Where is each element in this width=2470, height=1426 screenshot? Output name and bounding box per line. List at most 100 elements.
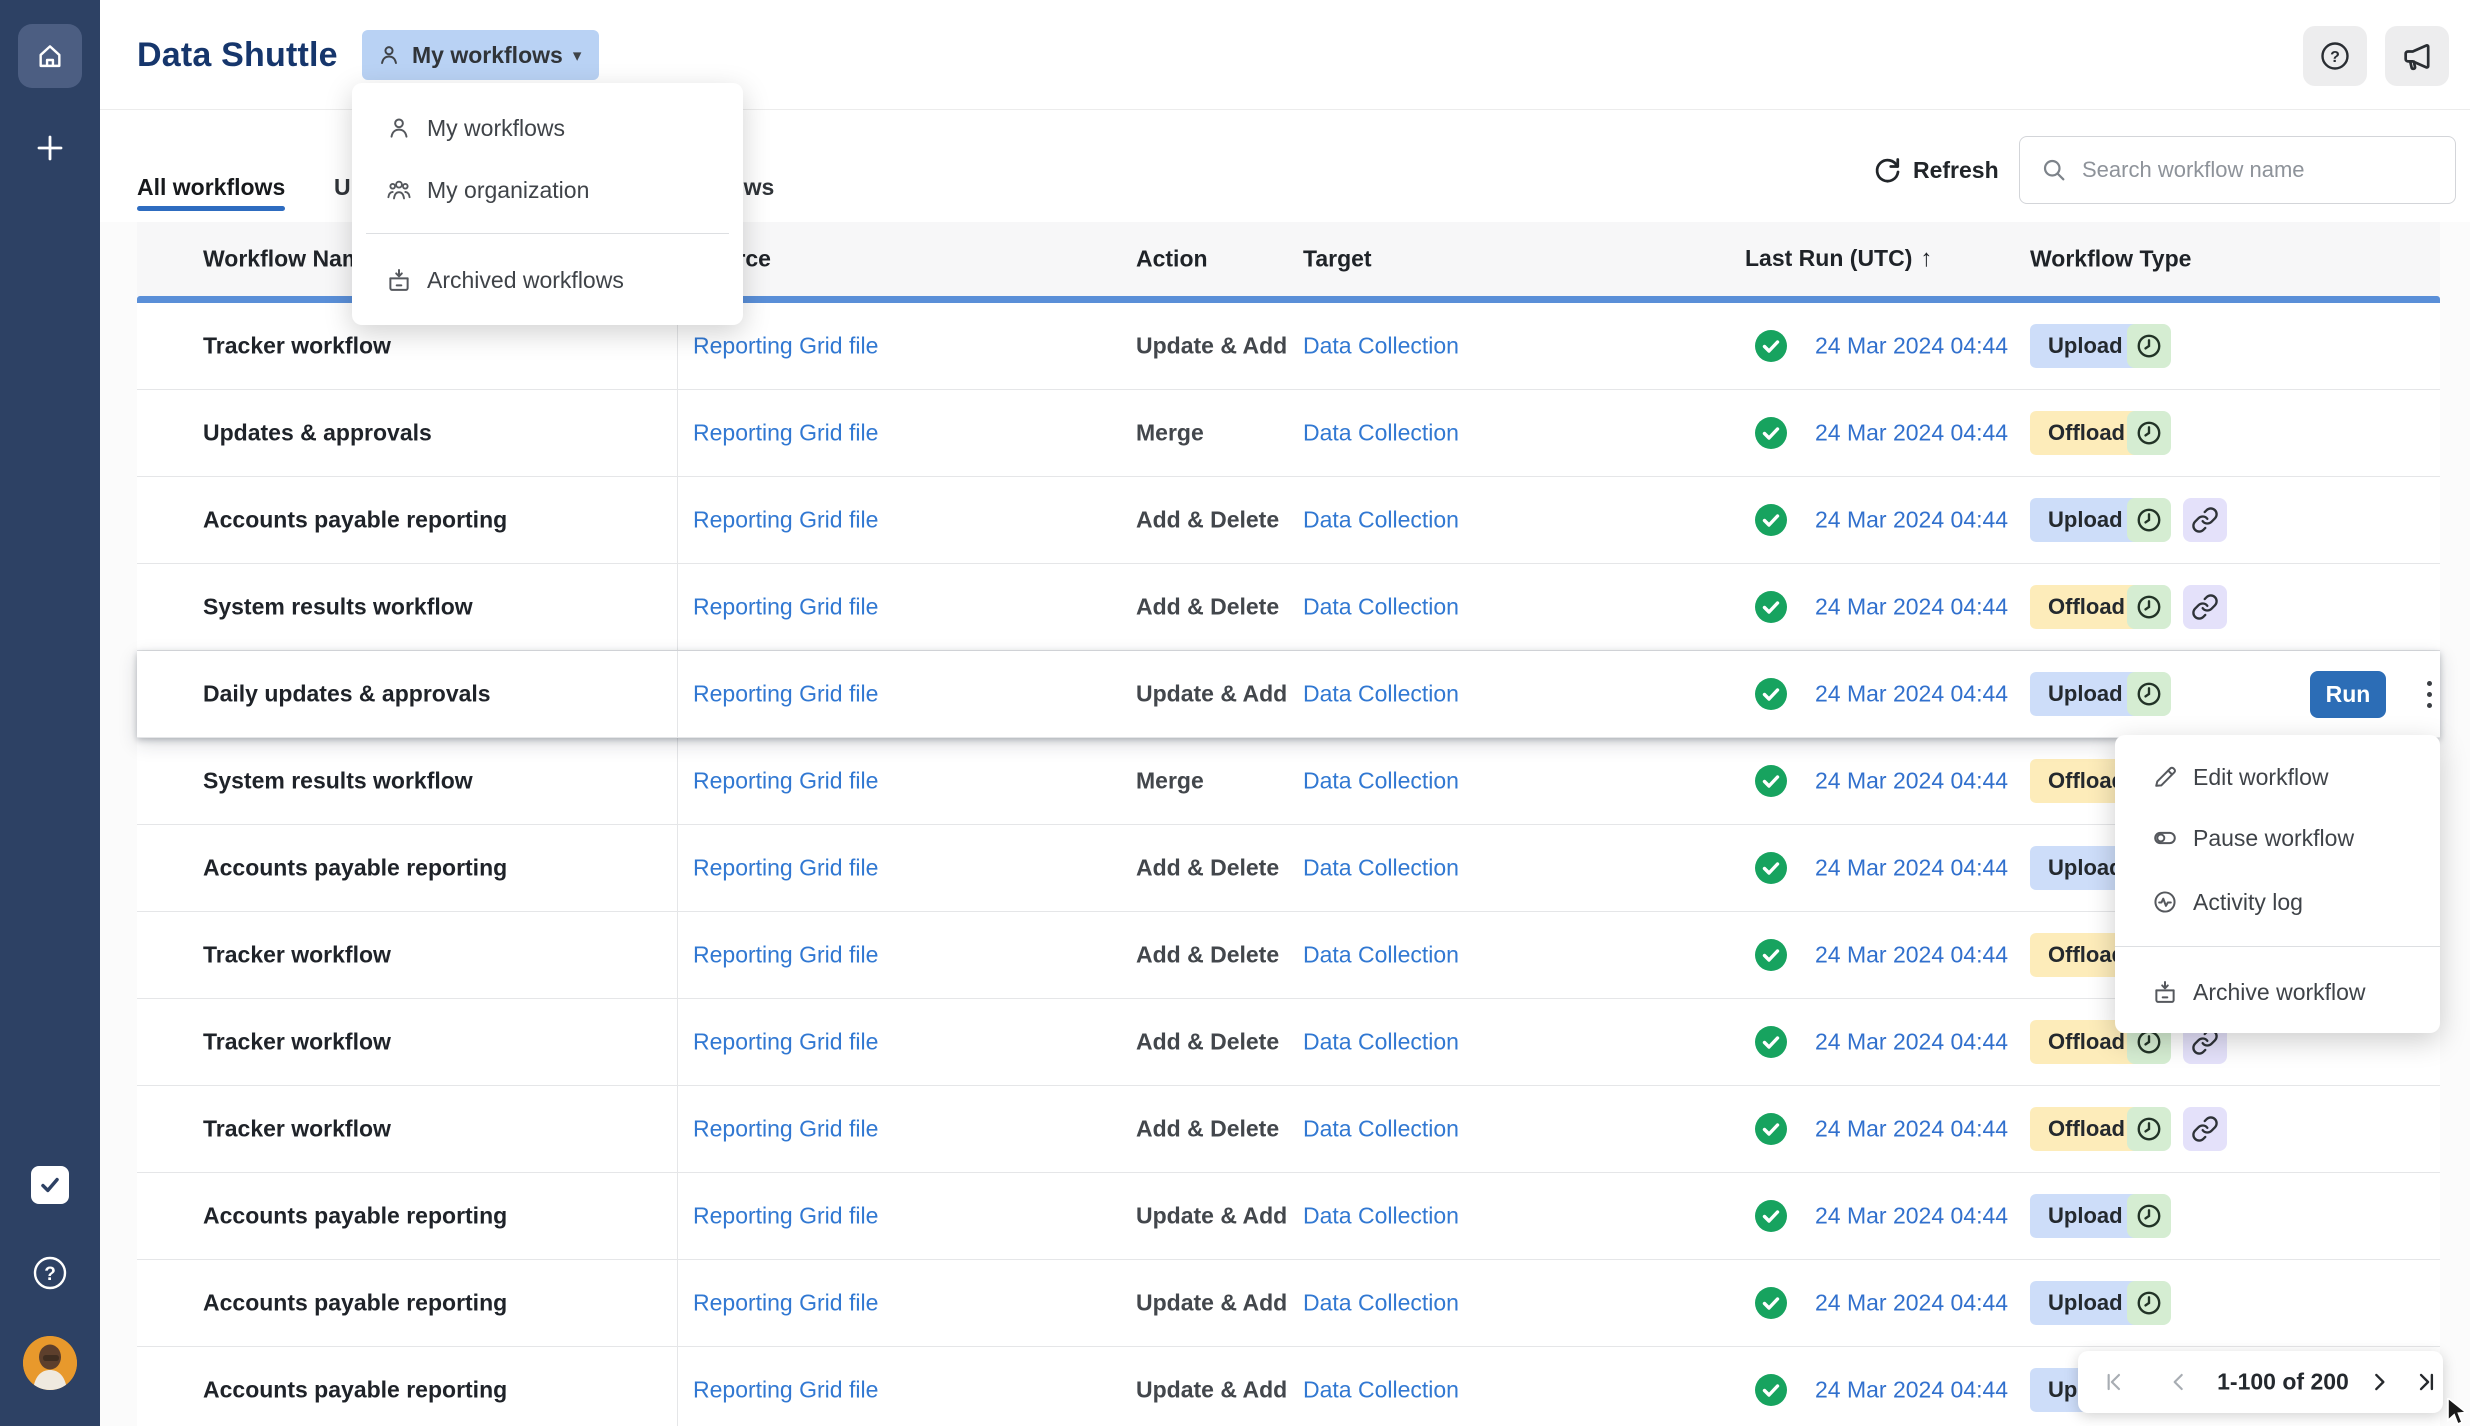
target-link[interactable]: Data Collection — [1303, 333, 1459, 360]
table-row[interactable]: Accounts payable reportingReporting Grid… — [137, 825, 2440, 912]
col-header-last-run[interactable]: Last Run (UTC)↑ — [1745, 245, 1932, 273]
svg-text:?: ? — [44, 1264, 56, 1285]
menu-item-archive-workflow[interactable]: Archive workflow — [2115, 964, 2440, 1020]
last-run-link[interactable]: 24 Mar 2024 04:44 — [1815, 507, 2008, 534]
target-link[interactable]: Data Collection — [1303, 420, 1459, 447]
target-link[interactable]: Data Collection — [1303, 1290, 1459, 1317]
last-run-link[interactable]: 24 Mar 2024 04:44 — [1815, 333, 2008, 360]
target-link[interactable]: Data Collection — [1303, 1377, 1459, 1404]
menu-item-edit-workflow[interactable]: Edit workflow — [2115, 749, 2440, 805]
last-run-link[interactable]: 24 Mar 2024 04:44 — [1815, 1203, 2008, 1230]
table-row[interactable]: Accounts payable reportingReporting Grid… — [137, 1173, 2440, 1260]
source-link[interactable]: Reporting Grid file — [693, 768, 878, 795]
last-run-link[interactable]: 24 Mar 2024 04:44 — [1815, 768, 2008, 795]
column-divider — [677, 1086, 678, 1172]
announcements-button[interactable] — [2385, 26, 2449, 86]
target-link[interactable]: Data Collection — [1303, 594, 1459, 621]
last-run-link[interactable]: 24 Mar 2024 04:44 — [1815, 420, 2008, 447]
search-input[interactable] — [2082, 157, 2439, 183]
workflow-name: Daily updates & approvals — [203, 681, 491, 708]
target-link[interactable]: Data Collection — [1303, 855, 1459, 882]
target-link[interactable]: Data Collection — [1303, 681, 1459, 708]
action-value: Merge — [1136, 768, 1204, 795]
source-link[interactable]: Reporting Grid file — [693, 942, 878, 969]
create-new-button[interactable] — [35, 133, 65, 163]
column-divider — [677, 912, 678, 998]
next-page-button[interactable] — [2366, 1369, 2392, 1395]
target-link[interactable]: Data Collection — [1303, 1116, 1459, 1143]
target-link[interactable]: Data Collection — [1303, 768, 1459, 795]
source-link[interactable]: Reporting Grid file — [693, 1377, 878, 1404]
user-avatar[interactable] — [23, 1336, 77, 1390]
last-run-link[interactable]: 24 Mar 2024 04:44 — [1815, 1377, 2008, 1404]
source-link[interactable]: Reporting Grid file — [693, 333, 878, 360]
tab-all-workflows[interactable]: All workflows — [137, 174, 285, 201]
table-row[interactable]: Accounts payable reporting Reporting Grid… — [137, 477, 2440, 564]
row-context-menu: Edit workflow Pause workflow Activity lo… — [2115, 735, 2440, 1033]
last-run-link[interactable]: 24 Mar 2024 04:44 — [1815, 594, 2008, 621]
target-link[interactable]: Data Collection — [1303, 507, 1459, 534]
workflow-name: Updates & approvals — [203, 420, 432, 447]
search-field[interactable] — [2019, 136, 2456, 204]
menu-item-archived-workflows[interactable]: Archived workflows — [352, 252, 743, 308]
last-run-link[interactable]: 24 Mar 2024 04:44 — [1815, 1290, 2008, 1317]
refresh-label: Refresh — [1913, 157, 1999, 184]
tasks-check-logo[interactable] — [31, 1166, 69, 1204]
source-link[interactable]: Reporting Grid file — [693, 1029, 878, 1056]
home-button[interactable] — [18, 24, 82, 88]
sidebar-help-button[interactable]: ? — [31, 1254, 69, 1292]
menu-item-my-workflows[interactable]: My workflows — [352, 100, 743, 156]
table-row[interactable]: Accounts payable reportingReporting Grid… — [137, 1260, 2440, 1347]
source-link[interactable]: Reporting Grid file — [693, 855, 878, 882]
table-row[interactable]: System results workflowReporting Grid fi… — [137, 738, 2440, 825]
refresh-button[interactable]: Refresh — [1872, 155, 1999, 185]
last-page-button[interactable] — [2414, 1369, 2440, 1395]
person-icon — [385, 114, 413, 142]
run-button[interactable]: Run — [2310, 671, 2386, 718]
menu-item-my-organization[interactable]: My organization — [352, 162, 743, 218]
workflow-name: Accounts payable reporting — [203, 507, 507, 534]
success-check-icon — [1755, 1200, 1787, 1232]
menu-item-activity-log[interactable]: Activity log — [2115, 874, 2440, 930]
success-check-icon — [1755, 504, 1787, 536]
target-link[interactable]: Data Collection — [1303, 942, 1459, 969]
workflow-name: Tracker workflow — [203, 942, 391, 969]
col-header-workflow-name[interactable]: Workflow Name — [203, 246, 375, 273]
table-row[interactable]: Tracker workflowReporting Grid fileAdd &… — [137, 999, 2440, 1086]
last-run-link[interactable]: 24 Mar 2024 04:44 — [1815, 855, 2008, 882]
last-run-link[interactable]: 24 Mar 2024 04:44 — [1815, 1029, 2008, 1056]
table-row[interactable]: Tracker workflowReporting Grid fileAdd &… — [137, 1086, 2440, 1173]
row-menu-kebab-icon[interactable] — [2409, 672, 2449, 716]
source-link[interactable]: Reporting Grid file — [693, 681, 878, 708]
col-header-workflow-type[interactable]: Workflow Type — [2030, 246, 2191, 273]
first-page-button[interactable] — [2100, 1369, 2126, 1395]
source-link[interactable]: Reporting Grid file — [693, 1203, 878, 1230]
scope-button-label: My workflows — [412, 42, 563, 69]
source-link[interactable]: Reporting Grid file — [693, 594, 878, 621]
table-row[interactable]: Updates & approvalsReporting Grid fileMe… — [137, 390, 2440, 477]
col-header-action[interactable]: Action — [1136, 246, 1208, 273]
col-header-target[interactable]: Target — [1303, 246, 1372, 273]
table-row[interactable]: Daily updates & approvals Reporting Grid … — [137, 651, 2440, 738]
column-divider — [677, 738, 678, 824]
last-run-link[interactable]: 24 Mar 2024 04:44 — [1815, 942, 2008, 969]
table-body: Tracker workflow Reporting Grid file Updat… — [137, 303, 2440, 1426]
schedule-clock-icon — [2127, 1107, 2171, 1151]
table-row[interactable]: System results workflowReporting Grid fi… — [137, 564, 2440, 651]
target-link[interactable]: Data Collection — [1303, 1203, 1459, 1230]
table-row[interactable]: Tracker workflowReporting Grid fileAdd &… — [137, 912, 2440, 999]
help-button[interactable]: ? — [2303, 26, 2367, 86]
last-run-link[interactable]: 24 Mar 2024 04:44 — [1815, 1116, 2008, 1143]
source-link[interactable]: Reporting Grid file — [693, 1290, 878, 1317]
attachment-link-icon — [2183, 585, 2227, 629]
previous-page-button[interactable] — [2166, 1369, 2192, 1395]
schedule-clock-icon — [2127, 1194, 2171, 1238]
menu-item-pause-workflow[interactable]: Pause workflow — [2115, 810, 2440, 866]
target-link[interactable]: Data Collection — [1303, 1029, 1459, 1056]
source-link[interactable]: Reporting Grid file — [693, 507, 878, 534]
menu-item-label: Pause workflow — [2193, 825, 2354, 852]
source-link[interactable]: Reporting Grid file — [693, 420, 878, 447]
source-link[interactable]: Reporting Grid file — [693, 1116, 878, 1143]
last-run-link[interactable]: 24 Mar 2024 04:44 — [1815, 681, 2008, 708]
workflow-scope-button[interactable]: My workflows ▾ — [362, 30, 599, 80]
